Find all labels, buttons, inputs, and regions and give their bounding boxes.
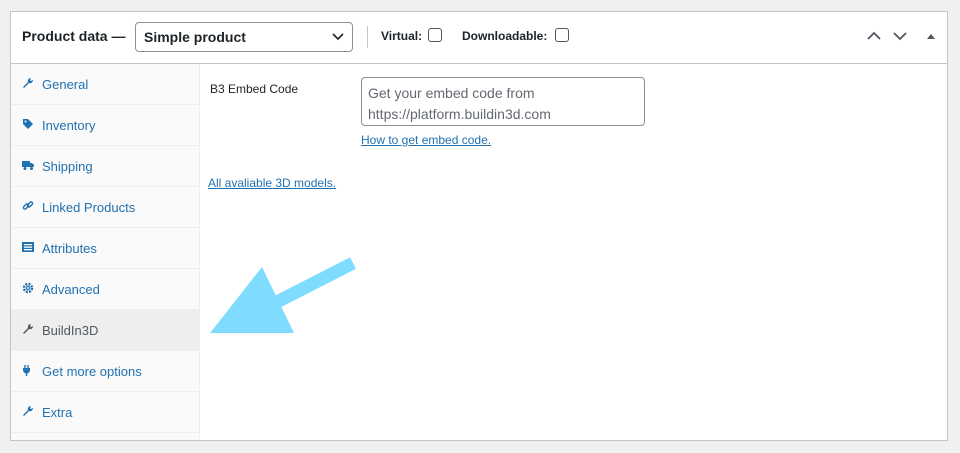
all-models-link[interactable]: All avaliable 3D models. — [208, 176, 336, 190]
tab-shipping[interactable]: Shipping — [11, 146, 199, 187]
tab-linked-products[interactable]: Linked Products — [11, 187, 199, 228]
tab-label: Get more options — [42, 364, 142, 379]
toggle-panel-icon[interactable] — [926, 32, 936, 40]
tab-label: BuildIn3D — [42, 323, 99, 338]
link-icon — [22, 201, 34, 210]
tab-label: Linked Products — [42, 200, 136, 215]
panel-title: Product data — — [22, 28, 126, 44]
tab-label: Inventory — [42, 118, 96, 133]
downloadable-label: Downloadable: — [462, 29, 548, 43]
tab-extra[interactable]: Extra — [11, 392, 199, 433]
tab-label: Attributes — [42, 241, 97, 256]
move-up-icon[interactable] — [867, 31, 881, 41]
tab-general[interactable]: General — [11, 64, 199, 105]
list-icon — [22, 242, 34, 252]
tab-advanced[interactable]: Advanced — [11, 269, 199, 310]
wrench-icon — [23, 405, 34, 416]
product-data-panel: Product data — Simple product Virtual: D… — [10, 11, 948, 441]
truck-icon — [22, 161, 34, 170]
tab-inventory[interactable]: Inventory — [11, 105, 199, 146]
wrench-icon — [23, 323, 34, 334]
downloadable-checkbox[interactable] — [555, 28, 569, 42]
tab-label: Extra — [42, 405, 73, 420]
move-down-icon[interactable] — [893, 31, 907, 41]
buildin3d-panel: B3 Embed Code Get your embed code from h… — [200, 64, 947, 440]
gear-icon — [22, 282, 34, 294]
embed-code-placeholder: Get your embed code from https://platfor… — [368, 85, 551, 122]
embed-code-label: B3 Embed Code — [210, 82, 299, 96]
tab-attributes[interactable]: Attributes — [11, 228, 199, 269]
annotation-arrow-icon — [210, 257, 356, 333]
tab-label: Advanced — [42, 282, 100, 297]
product-data-tabs: General Inventory Shipping Linked Produc… — [11, 64, 200, 440]
tag-icon — [23, 119, 33, 129]
virtual-label: Virtual: — [381, 29, 423, 43]
product-type-value: Simple product — [144, 29, 246, 45]
virtual-checkbox[interactable] — [428, 28, 442, 42]
product-type-select[interactable]: Simple product — [135, 22, 353, 52]
plugin-icon — [23, 365, 30, 376]
embed-code-textarea[interactable]: Get your embed code from https://platfor… — [361, 77, 645, 126]
tab-label: General — [42, 77, 89, 92]
tab-label: Shipping — [42, 159, 93, 174]
how-to-embed-link[interactable]: How to get embed code. — [361, 133, 491, 147]
chevron-down-icon — [332, 33, 344, 41]
tab-buildin3d[interactable]: BuildIn3D — [11, 310, 199, 351]
wrench-icon — [23, 77, 34, 88]
tab-get-more-options[interactable]: Get more options — [11, 351, 199, 392]
header-divider — [367, 26, 368, 48]
panel-header: Product data — Simple product Virtual: D… — [11, 12, 947, 64]
